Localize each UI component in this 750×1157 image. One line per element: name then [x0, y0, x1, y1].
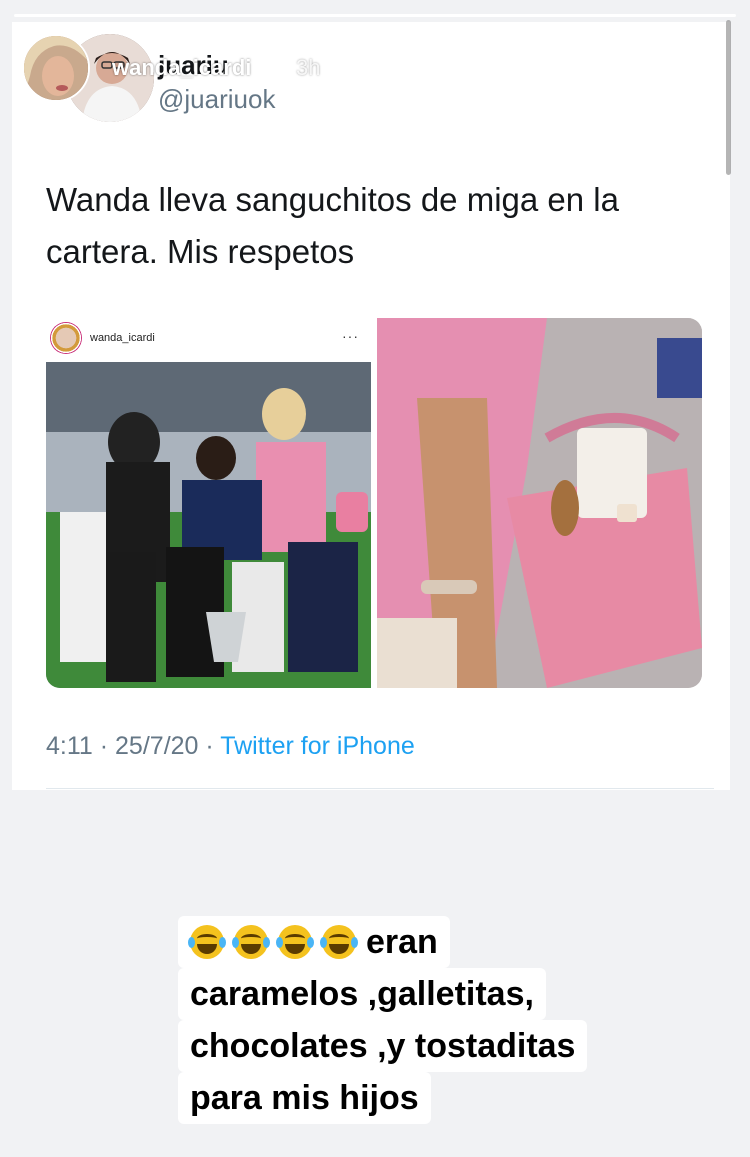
family-photo [46, 362, 371, 688]
story-caption: eran caramelos ,galletitas, chocolates ,… [178, 916, 678, 1124]
tweet-date: 25/7/20 [115, 732, 199, 760]
tweet-time: 4:11 [46, 732, 93, 760]
story-progress-bar [14, 14, 736, 18]
caption-line-2: caramelos ,galletitas, [178, 968, 546, 1020]
divider [46, 788, 714, 789]
tweet-text: Wanda lleva sanguchitos de miga en la ca… [46, 181, 619, 270]
instagram-avatar [50, 322, 82, 354]
instagram-username: wanda_icardi [90, 332, 155, 344]
close-icon [690, 52, 726, 88]
face-with-tears-of-joy-icon [276, 925, 314, 959]
tweet-media[interactable]: wanda_icardi ··· [46, 318, 702, 688]
caption-line-1: eran [178, 916, 450, 968]
story-user-avatar[interactable] [22, 34, 90, 102]
embedded-instagram-post[interactable]: wanda_icardi ··· [46, 318, 371, 688]
caption-line-4: para mis hijos [178, 1072, 431, 1124]
tweet-source-link[interactable]: Twitter for iPhone [220, 732, 415, 760]
handbag-closeup-photo [377, 318, 702, 688]
face-with-tears-of-joy-icon [188, 925, 226, 959]
scroll-indicator [726, 20, 731, 175]
story-username[interactable]: wanda_icardi [112, 55, 251, 81]
tweet-card: juariu @juariuok Wanda lleva sanguchitos… [12, 22, 730, 790]
close-button[interactable] [686, 48, 730, 92]
face-with-tears-of-joy-icon [232, 925, 270, 959]
tweet-author-handle[interactable]: @juariuok [158, 84, 275, 115]
caption-line-3: chocolates ,y tostaditas [178, 1020, 588, 1072]
meta-separator: · [198, 732, 221, 760]
more-options-icon[interactable]: ··· [342, 328, 359, 344]
tweet-timestamp: 4:11 · 25/7/20 · Twitter for iPhone [46, 732, 415, 761]
caption-text-1: eran [366, 923, 438, 961]
story-time-ago: 3h [296, 55, 321, 80]
instagram-post-header: wanda_icardi ··· [46, 318, 371, 358]
meta-separator: · [92, 732, 116, 760]
story-progress-segment [14, 14, 736, 17]
face-with-tears-of-joy-icon [320, 925, 358, 959]
